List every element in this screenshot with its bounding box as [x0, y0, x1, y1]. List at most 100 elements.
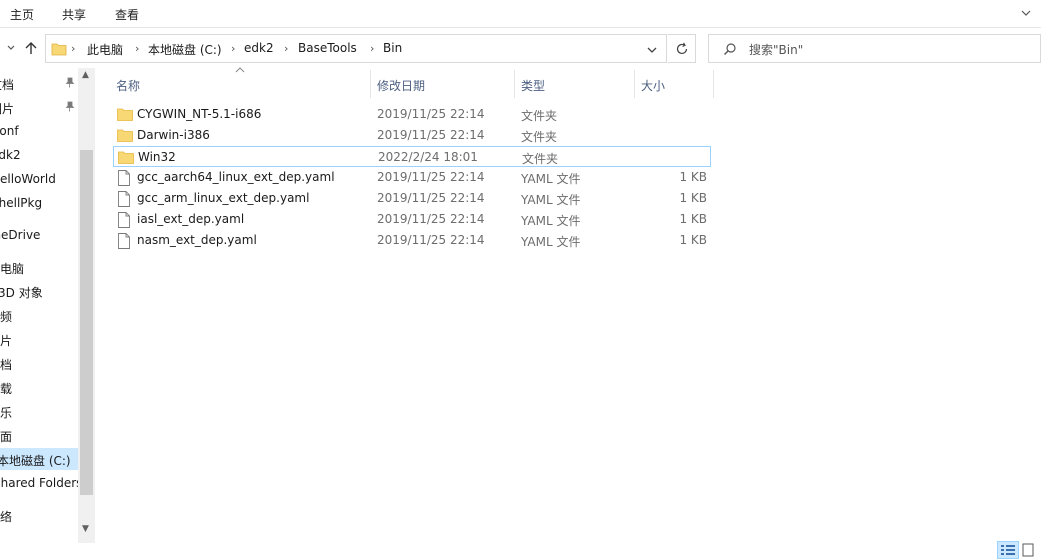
file-row[interactable]: nasm_ext_dep.yaml 2019/11/25 22:14 YAML 文件…: [113, 230, 711, 251]
breadcrumb-separator-icon[interactable]: ›: [71, 42, 75, 55]
nav-item-documents[interactable]: 文档: [0, 352, 78, 374]
nav-item-label: 此电脑: [0, 262, 25, 276]
nav-item-helloworld[interactable]: HelloWorld: [0, 168, 78, 190]
search-icon: [724, 43, 736, 55]
file-size: 1 KB: [679, 170, 707, 184]
nav-item-conf[interactable]: Conf: [0, 120, 78, 142]
column-header-label: 名称: [116, 79, 141, 93]
ribbon: 主页 共享 查看: [0, 0, 1041, 28]
chevron-down-icon[interactable]: [646, 44, 658, 56]
nav-item-label: Conf: [0, 124, 19, 138]
nav-item-music[interactable]: 音乐: [0, 400, 78, 422]
file-name: Darwin-i386: [137, 128, 210, 142]
file-row[interactable]: iasl_ext_dep.yaml 2019/11/25 22:14 YAML 文件…: [113, 209, 711, 230]
nav-item-this-pc[interactable]: 此电脑: [0, 256, 78, 278]
file-name: CYGWIN_NT-5.1-i686: [137, 107, 262, 121]
details-view-icon[interactable]: [997, 541, 1019, 559]
nav-item-label: 图片: [0, 102, 15, 116]
file-icon: [118, 212, 130, 228]
file-date: 2019/11/25 22:14: [377, 170, 485, 184]
column-header-date[interactable]: 修改日期: [371, 70, 514, 98]
file-name: gcc_aarch64_linux_ext_dep.yaml: [137, 170, 335, 184]
nav-item-label: 视频: [0, 310, 13, 324]
chevron-down-icon[interactable]: [1019, 6, 1033, 20]
file-name: nasm_ext_dep.yaml: [137, 233, 257, 247]
navigation-bar: › 此电脑 › 本地磁盘 (C:) › edk2 › BaseTools › B…: [0, 28, 1041, 68]
nav-item-network[interactable]: 网络: [0, 504, 78, 526]
view-toggle: [997, 540, 1041, 560]
nav-item-shellpkg[interactable]: ShellPkg: [0, 192, 78, 214]
search-box[interactable]: 搜索"Bin": [708, 34, 1041, 63]
file-name: iasl_ext_dep.yaml: [137, 212, 245, 226]
nav-item-label: 文档: [0, 78, 15, 92]
file-type: 文件夹: [521, 130, 558, 144]
nav-item-onedrive[interactable]: OneDrive: [0, 224, 78, 246]
navigation-pane: 文档 图片 Conf edk2 HelloWorld ShellPkg OneD…: [0, 68, 96, 560]
up-button[interactable]: [22, 37, 40, 59]
file-type: 文件夹: [521, 109, 558, 123]
tab-home[interactable]: 主页: [10, 6, 34, 23]
nav-item-pictures[interactable]: 图片: [0, 328, 78, 350]
pin-icon: [65, 77, 75, 88]
nav-item-label: OneDrive: [0, 228, 41, 242]
breadcrumb-basetools[interactable]: BaseTools: [298, 41, 357, 55]
nav-item-3d-objects[interactable]: 3D 对象: [0, 280, 78, 302]
file-row[interactable]: Darwin-i386 2019/11/25 22:14 文件夹: [113, 125, 711, 146]
refresh-button[interactable]: [668, 34, 696, 63]
scrollbar-thumb[interactable]: [80, 150, 93, 495]
nav-item-pictures-pinned[interactable]: 图片: [0, 96, 78, 118]
large-icons-view-icon[interactable]: [1021, 541, 1035, 559]
nav-item-desktop[interactable]: 桌面: [0, 424, 78, 446]
nav-item-shared-folders[interactable]: Shared Folders: [0, 472, 78, 494]
file-icon: [118, 233, 130, 249]
nav-item-documents-pinned[interactable]: 文档: [0, 72, 78, 94]
pin-icon: [65, 101, 75, 112]
recent-locations-button[interactable]: [2, 37, 20, 59]
file-type: YAML 文件: [521, 235, 581, 249]
nav-item-local-disk[interactable]: 本地磁盘 (C:): [0, 448, 78, 470]
breadcrumb-edk2[interactable]: edk2: [244, 41, 274, 55]
file-type: YAML 文件: [521, 172, 581, 186]
column-header-label: 大小: [641, 79, 666, 93]
scroll-up-icon[interactable]: ▲: [82, 70, 89, 80]
breadcrumb-bin[interactable]: Bin: [383, 41, 402, 55]
breadcrumb-this-pc[interactable]: 此电脑: [87, 41, 123, 58]
column-header-size[interactable]: 大小: [635, 70, 713, 98]
file-row[interactable]: gcc_arm_linux_ext_dep.yaml 2019/11/25 22:…: [113, 188, 711, 209]
file-size: 1 KB: [679, 233, 707, 247]
nav-item-downloads[interactable]: 下载: [0, 376, 78, 398]
address-bar[interactable]: › 此电脑 › 本地磁盘 (C:) › edk2 › BaseTools › B…: [45, 34, 667, 63]
tab-share[interactable]: 共享: [62, 6, 86, 23]
file-row[interactable]: Win32 2022/2/24 18:01 文件夹: [113, 146, 711, 167]
file-type: YAML 文件: [521, 214, 581, 228]
column-divider[interactable]: [713, 70, 714, 98]
scroll-down-icon[interactable]: ▼: [82, 524, 89, 534]
search-input[interactable]: 搜索"Bin": [749, 41, 803, 58]
breadcrumb-separator-icon[interactable]: ›: [231, 42, 235, 55]
file-row[interactable]: CYGWIN_NT-5.1-i686 2019/11/25 22:14 文件夹: [113, 104, 711, 125]
file-date: 2019/11/25 22:14: [377, 191, 485, 205]
breadcrumb-separator-icon[interactable]: ›: [370, 42, 374, 55]
file-size: 1 KB: [679, 191, 707, 205]
folder-icon: [118, 151, 134, 164]
refresh-icon: [676, 42, 687, 54]
column-header-label: 修改日期: [377, 79, 426, 93]
nav-scrollbar[interactable]: ▲ ▼: [78, 68, 95, 543]
nav-item-label: 3D 对象: [0, 286, 43, 300]
folder-icon: [51, 43, 67, 56]
nav-item-label: 图片: [0, 334, 13, 348]
file-name: Win32: [138, 150, 176, 164]
breadcrumb-separator-icon[interactable]: ›: [284, 42, 288, 55]
file-row[interactable]: gcc_aarch64_linux_ext_dep.yaml 2019/11/25…: [113, 167, 711, 188]
nav-item-edk2[interactable]: edk2: [0, 144, 78, 166]
file-size: 1 KB: [679, 212, 707, 226]
folder-icon: [117, 108, 133, 121]
column-header-name[interactable]: 名称: [111, 70, 369, 98]
nav-item-label: 文档: [0, 358, 13, 372]
nav-item-label: 音乐: [0, 406, 13, 420]
column-header-type[interactable]: 类型: [515, 70, 634, 98]
nav-item-videos[interactable]: 视频: [0, 304, 78, 326]
breadcrumb-local-disk[interactable]: 本地磁盘 (C:): [148, 41, 222, 58]
breadcrumb-separator-icon[interactable]: ›: [135, 42, 139, 55]
tab-view[interactable]: 查看: [115, 6, 139, 23]
